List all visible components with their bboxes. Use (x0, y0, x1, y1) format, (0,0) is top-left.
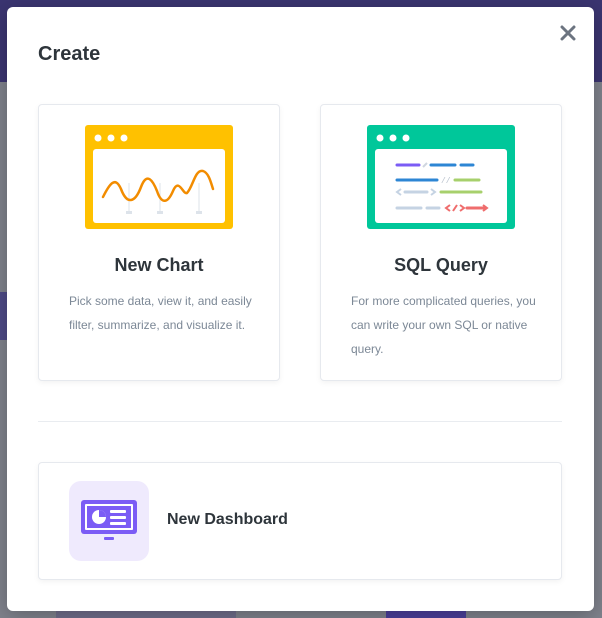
close-button[interactable] (558, 23, 578, 43)
svg-text://: // (441, 177, 451, 186)
modal-title: Create (38, 43, 101, 65)
close-icon (560, 25, 576, 41)
dashboard-icon (81, 500, 137, 540)
dashboard-icon-tile (69, 481, 149, 561)
create-modal: Create New Chart Pick some data, view it… (7, 7, 594, 611)
code-window-illustration: // (367, 125, 515, 229)
new-chart-title: New Chart (114, 255, 204, 275)
sql-query-title: SQL Query (394, 255, 488, 275)
sql-query-description: For more complicated queries, you can wr… (351, 294, 536, 356)
new-chart-card[interactable]: New Chart Pick some data, view it, and e… (38, 104, 280, 381)
new-chart-description: Pick some data, view it, and easily filt… (69, 294, 252, 332)
divider (38, 421, 562, 422)
chart-window-illustration (85, 125, 233, 229)
new-dashboard-card[interactable]: New Dashboard (38, 462, 562, 580)
new-dashboard-title: New Dashboard (167, 511, 288, 528)
sql-query-card[interactable]: // SQL Query For more complicated querie… (320, 104, 562, 381)
